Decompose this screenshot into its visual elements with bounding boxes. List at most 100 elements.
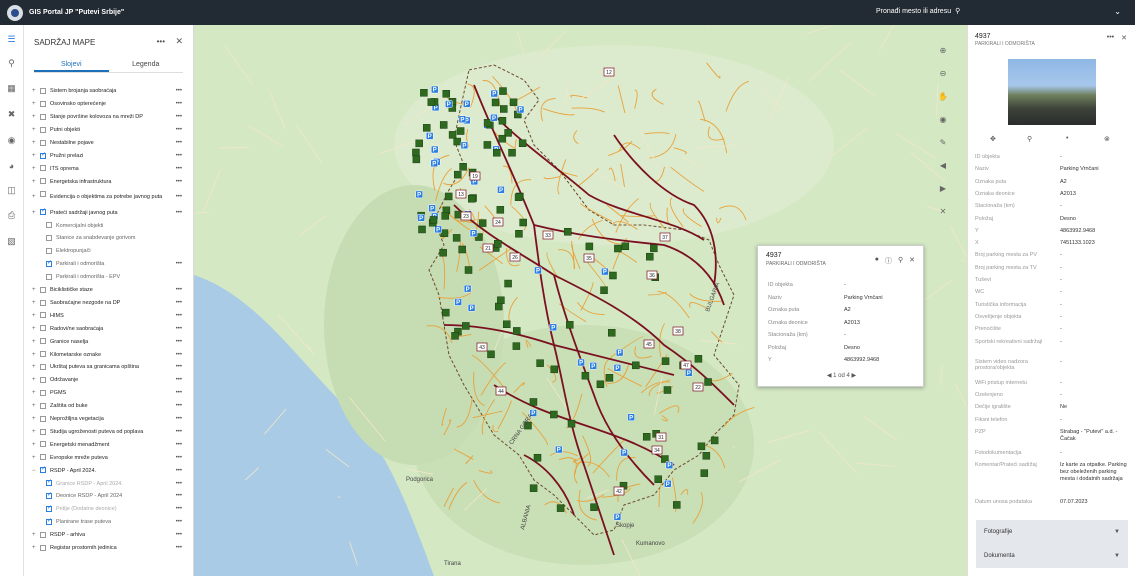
close-icon[interactable]: ✕ — [1121, 34, 1127, 42]
layer-item[interactable]: − RSDP - April 2024. ••• — [24, 464, 188, 477]
layer-visibility-checkbox[interactable] — [40, 139, 46, 146]
layer-options-icon[interactable]: ••• — [176, 493, 182, 499]
chevron-down-icon[interactable]: ▼ — [1114, 553, 1120, 559]
expand-icon[interactable]: + — [32, 442, 36, 448]
layer-visibility-checkbox[interactable] — [40, 338, 46, 345]
layer-visibility-checkbox[interactable] — [40, 428, 46, 435]
layer-item[interactable]: + Biciklističke staze ••• — [24, 284, 188, 297]
eye-icon[interactable]: ◕ — [5, 159, 18, 172]
layer-visibility-checkbox[interactable] — [40, 376, 46, 383]
layer-options-icon[interactable]: ••• — [176, 261, 182, 267]
layer-visibility-checkbox[interactable] — [46, 259, 52, 267]
layer-visibility-checkbox[interactable] — [40, 151, 46, 159]
layer-visibility-checkbox[interactable] — [40, 165, 46, 172]
layer-options-icon[interactable]: ••• — [176, 506, 182, 512]
layer-item[interactable]: + Energetski menadžment ••• — [24, 438, 188, 451]
layer-item[interactable]: + Evidencija o objektima za potrebe javno… — [24, 188, 188, 206]
sublayer-item[interactable]: Deonice RSDP - April 2024 ••• — [24, 490, 188, 503]
layer-item[interactable]: + Osovinsko opterećenje ••• — [24, 98, 188, 111]
layer-item[interactable]: + Održavanje ••• — [24, 374, 188, 387]
basemap-grid-icon[interactable]: ◫ — [5, 184, 18, 197]
sublayer-item[interactable]: Stanice za snabdevanje gorivom — [24, 232, 188, 245]
expand-icon[interactable]: + — [32, 390, 36, 396]
map-icon[interactable]: ▦ — [5, 82, 18, 95]
search-icon[interactable]: ⚲ — [5, 57, 18, 70]
info-icon[interactable]: ⓘ — [885, 256, 892, 266]
layer-visibility-checkbox[interactable] — [40, 286, 46, 293]
sublayer-item[interactable]: Parkirali i odmorišta ••• — [24, 258, 188, 271]
layer-item[interactable]: + Evropske mreže puteva ••• — [24, 451, 188, 464]
more-options-icon[interactable]: ••• — [157, 37, 165, 46]
layer-visibility-checkbox[interactable] — [40, 207, 46, 216]
sublayer-item[interactable]: Planirane trase puteva ••• — [24, 516, 188, 529]
layer-visibility-checkbox[interactable] — [40, 113, 46, 120]
sublayer-item[interactable]: Elektropunjači — [24, 245, 188, 258]
zoom-icon[interactable]: ⚲ — [1027, 135, 1032, 143]
expand-icon[interactable]: + — [32, 403, 36, 409]
close-icon[interactable]: ✕ — [909, 256, 915, 266]
zoom-in-icon[interactable]: ⊕ — [934, 41, 952, 59]
layer-options-icon[interactable]: ••• — [176, 377, 182, 383]
expand-icon[interactable]: + — [32, 194, 36, 200]
layer-options-icon[interactable]: ••• — [176, 455, 182, 461]
layer-item[interactable]: + Kilometarske oznake ••• — [24, 348, 188, 361]
layer-item[interactable]: + Putni objekti ••• — [24, 124, 188, 137]
search-input[interactable]: Pronađi mesto ili adresu — [876, 8, 951, 15]
layer-item[interactable]: + Sistem brojanja saobraćaja ••• — [24, 85, 188, 98]
previous-icon[interactable]: ◀ — [827, 373, 832, 379]
measure-icon[interactable]: ✎ — [934, 133, 952, 151]
layer-visibility-checkbox[interactable] — [40, 454, 46, 461]
layer-options-icon[interactable]: ••• — [176, 468, 182, 474]
layer-item[interactable]: + PGMS ••• — [24, 387, 188, 400]
layer-visibility-checkbox[interactable] — [40, 465, 46, 474]
expand-icon[interactable]: + — [32, 114, 36, 120]
layer-visibility-checkbox[interactable] — [40, 389, 46, 396]
layer-options-icon[interactable]: ••• — [176, 352, 182, 358]
search-icon[interactable]: ⚲ — [955, 7, 960, 15]
layer-visibility-checkbox[interactable] — [46, 517, 52, 525]
close-icon[interactable]: ⊗ — [1104, 135, 1110, 143]
print-icon[interactable]: ⎙ — [5, 209, 18, 222]
rotate-icon[interactable]: • — [1066, 135, 1068, 142]
pan-hand-icon[interactable]: ✋ — [934, 87, 952, 105]
microphone-icon[interactable]: ● — [875, 256, 879, 266]
layer-visibility-checkbox[interactable] — [40, 544, 46, 551]
layer-item[interactable]: + Stanje površine kolovoza na mreži DP ••• — [24, 111, 188, 124]
layer-visibility-checkbox[interactable] — [40, 88, 46, 94]
layer-options-icon[interactable]: ••• — [176, 416, 182, 422]
layer-visibility-checkbox[interactable] — [40, 325, 46, 332]
next-extent-icon[interactable]: ▶ — [934, 179, 952, 197]
locate-icon[interactable]: ◉ — [934, 110, 952, 128]
zoom-out-icon[interactable]: ⊖ — [934, 64, 952, 82]
layer-item[interactable]: + RSDP - arhiva ••• — [24, 529, 188, 542]
expand-icon[interactable]: + — [32, 339, 36, 345]
layer-visibility-checkbox[interactable] — [46, 235, 52, 241]
expand-icon[interactable]: + — [32, 326, 36, 332]
sublayer-item[interactable]: Komercijalni objekti — [24, 219, 188, 232]
expand-icon[interactable]: + — [32, 545, 36, 551]
chevron-down-icon[interactable]: ⌄ — [1114, 7, 1121, 16]
layer-options-icon[interactable]: ••• — [176, 179, 182, 185]
close-icon[interactable]: ✕ — [175, 36, 183, 47]
layer-options-icon[interactable]: ••• — [176, 481, 182, 487]
layer-options-icon[interactable]: ••• — [176, 364, 182, 370]
layer-visibility-checkbox[interactable] — [40, 191, 46, 198]
layer-item[interactable]: + ITS oprema ••• — [24, 162, 188, 175]
collapse-icon[interactable]: − — [32, 468, 36, 474]
layer-visibility-checkbox[interactable] — [46, 273, 52, 280]
layer-item[interactable]: + Nestabilne pojave ••• — [24, 137, 188, 150]
layer-visibility-checkbox[interactable] — [46, 478, 52, 487]
layer-options-icon[interactable]: ••• — [176, 300, 182, 306]
layer-item[interactable]: + Granice naselja ••• — [24, 335, 188, 348]
layer-item[interactable]: + Energetska infrastruktura ••• — [24, 175, 188, 188]
layer-options-icon[interactable]: ••• — [176, 429, 182, 435]
more-options-icon[interactable]: ••• — [1107, 34, 1114, 42]
layer-options-icon[interactable]: ••• — [176, 390, 182, 396]
layer-item[interactable]: + Neprožiljna vegetacija ••• — [24, 413, 188, 426]
next-icon[interactable]: ▶ — [852, 373, 857, 379]
layer-options-icon[interactable]: ••• — [176, 545, 182, 551]
previous-extent-icon[interactable]: ◀ — [934, 156, 952, 174]
clear-icon[interactable]: ✕ — [934, 202, 952, 220]
layer-visibility-checkbox[interactable] — [40, 100, 46, 107]
sublayer-item[interactable]: Petlje (Dodatne deonice) ••• — [24, 503, 188, 516]
